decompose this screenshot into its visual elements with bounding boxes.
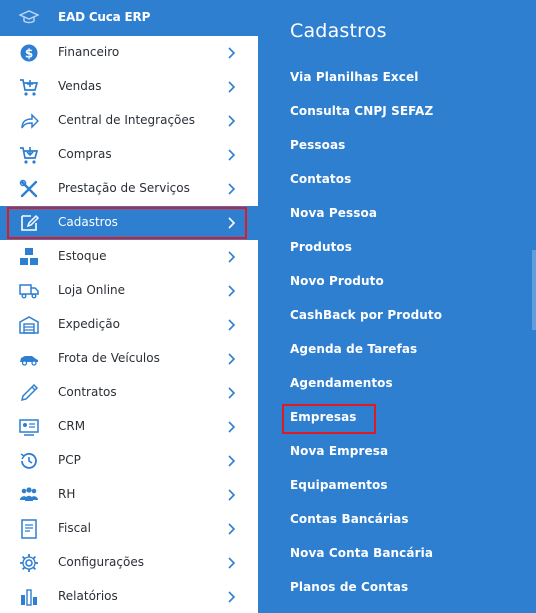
sidebar-item-label: Central de Integrações bbox=[58, 113, 196, 127]
bar-chart-icon bbox=[19, 587, 39, 607]
sidebar-item-cadastros[interactable]: Cadastros bbox=[0, 206, 258, 240]
sidebar-item-label: Expedição bbox=[58, 317, 120, 331]
submenu-item-novo-produto[interactable]: Novo Produto bbox=[290, 274, 384, 288]
sidebar: EAD Cuca ERP $ Financeiro Vendas Central… bbox=[0, 0, 258, 613]
sidebar-item-label: Estoque bbox=[58, 249, 107, 263]
dollar-icon: $ bbox=[19, 43, 39, 63]
sidebar-item-prestacao-servicos[interactable]: Prestação de Serviços bbox=[0, 172, 258, 206]
submenu-item-nova-conta-bancaria[interactable]: Nova Conta Bancária bbox=[290, 546, 433, 560]
sidebar-item-frota-veiculos[interactable]: Frota de Veículos bbox=[0, 342, 258, 376]
submenu-item-via-planilhas-excel[interactable]: Via Planilhas Excel bbox=[290, 70, 418, 84]
sidebar-item-label: Fiscal bbox=[58, 521, 91, 535]
sidebar-item-label: Loja Online bbox=[58, 283, 126, 297]
submenu-item-produtos[interactable]: Produtos bbox=[290, 240, 352, 254]
submenu-item-contas-bancarias[interactable]: Contas Bancárias bbox=[290, 512, 409, 526]
sidebar-item-configuracoes[interactable]: Configurações bbox=[0, 546, 258, 580]
sidebar-menu: $ Financeiro Vendas Central de Integraçõ… bbox=[0, 36, 258, 613]
sidebar-item-label: Financeiro bbox=[58, 45, 120, 59]
chevron-right-icon bbox=[228, 455, 236, 467]
sidebar-item-contratos[interactable]: Contratos bbox=[0, 376, 258, 410]
chevron-right-icon bbox=[228, 489, 236, 501]
chevron-right-icon bbox=[228, 421, 236, 433]
sidebar-item-financeiro[interactable]: $ Financeiro bbox=[0, 36, 258, 70]
sidebar-item-label: Prestação de Serviços bbox=[58, 181, 190, 195]
chevron-right-icon bbox=[228, 251, 236, 263]
submenu-item-agenda-tarefas[interactable]: Agenda de Tarefas bbox=[290, 342, 417, 356]
highlight-outline bbox=[282, 404, 376, 434]
graduation-cap-icon bbox=[18, 8, 40, 28]
people-icon bbox=[19, 485, 39, 505]
sidebar-item-label: Compras bbox=[58, 147, 112, 161]
scrollbar-thumb[interactable] bbox=[532, 250, 536, 330]
chevron-right-icon bbox=[228, 47, 236, 59]
sidebar-item-label: PCP bbox=[58, 453, 81, 467]
chevron-right-icon bbox=[228, 319, 236, 331]
sidebar-item-expedicao[interactable]: Expedição bbox=[0, 308, 258, 342]
submenu-item-contatos[interactable]: Contatos bbox=[290, 172, 351, 186]
svg-text:$: $ bbox=[25, 47, 33, 61]
chevron-right-icon bbox=[228, 591, 236, 603]
submenu-item-pessoas[interactable]: Pessoas bbox=[290, 138, 345, 152]
sidebar-item-label: Vendas bbox=[58, 79, 102, 93]
cart-down-icon bbox=[19, 145, 39, 165]
chevron-right-icon bbox=[228, 353, 236, 365]
history-icon bbox=[19, 451, 39, 471]
submenu-item-nova-empresa[interactable]: Nova Empresa bbox=[290, 444, 388, 458]
truck-icon bbox=[19, 281, 39, 301]
share-icon bbox=[19, 111, 39, 131]
sidebar-item-loja-online[interactable]: Loja Online bbox=[0, 274, 258, 308]
sidebar-item-crm[interactable]: CRM bbox=[0, 410, 258, 444]
sidebar-header[interactable]: EAD Cuca ERP bbox=[0, 0, 258, 36]
tools-icon bbox=[19, 179, 39, 199]
submenu-panel: Cadastros Via Planilhas Excel Consulta C… bbox=[258, 0, 536, 613]
cart-plus-icon bbox=[19, 77, 39, 97]
sidebar-item-estoque[interactable]: Estoque bbox=[0, 240, 258, 274]
submenu-title: Cadastros bbox=[290, 20, 387, 42]
sidebar-item-rh[interactable]: RH bbox=[0, 478, 258, 512]
chevron-right-icon bbox=[228, 149, 236, 161]
submenu-item-consulta-cnpj-sefaz[interactable]: Consulta CNPJ SEFAZ bbox=[290, 104, 433, 118]
sidebar-item-pcp[interactable]: PCP bbox=[0, 444, 258, 478]
chevron-right-icon bbox=[228, 285, 236, 297]
sidebar-item-label: RH bbox=[58, 487, 76, 501]
chevron-right-icon bbox=[228, 183, 236, 195]
app-title: EAD Cuca ERP bbox=[58, 10, 151, 24]
submenu-item-cashback-produto[interactable]: CashBack por Produto bbox=[290, 308, 442, 322]
sidebar-item-relatorios[interactable]: Relatórios bbox=[0, 580, 258, 613]
sidebar-item-label: Contratos bbox=[58, 385, 117, 399]
sidebar-item-label: CRM bbox=[58, 419, 86, 433]
chevron-right-icon bbox=[228, 523, 236, 535]
submenu-item-nova-pessoa[interactable]: Nova Pessoa bbox=[290, 206, 377, 220]
chevron-right-icon bbox=[228, 115, 236, 127]
submenu-item-equipamentos[interactable]: Equipamentos bbox=[290, 478, 388, 492]
chevron-right-icon bbox=[228, 387, 236, 399]
gear-icon bbox=[19, 553, 39, 573]
id-card-icon bbox=[19, 417, 39, 437]
pen-icon bbox=[19, 383, 39, 403]
car-icon bbox=[19, 349, 39, 369]
sidebar-item-label: Relatórios bbox=[58, 589, 118, 603]
sidebar-item-label: Configurações bbox=[58, 555, 144, 569]
boxes-icon bbox=[19, 247, 39, 267]
warehouse-icon bbox=[19, 315, 39, 335]
sidebar-item-vendas[interactable]: Vendas bbox=[0, 70, 258, 104]
highlight-outline bbox=[7, 207, 247, 239]
sidebar-item-fiscal[interactable]: Fiscal bbox=[0, 512, 258, 546]
chevron-right-icon bbox=[228, 81, 236, 93]
sidebar-item-central-integracoes[interactable]: Central de Integrações bbox=[0, 104, 258, 138]
chevron-right-icon bbox=[228, 557, 236, 569]
submenu-item-planos-contas[interactable]: Planos de Contas bbox=[290, 580, 408, 594]
sidebar-item-label: Frota de Veículos bbox=[58, 351, 160, 365]
submenu-item-agendamentos[interactable]: Agendamentos bbox=[290, 376, 393, 390]
sidebar-item-compras[interactable]: Compras bbox=[0, 138, 258, 172]
document-icon bbox=[19, 519, 39, 539]
